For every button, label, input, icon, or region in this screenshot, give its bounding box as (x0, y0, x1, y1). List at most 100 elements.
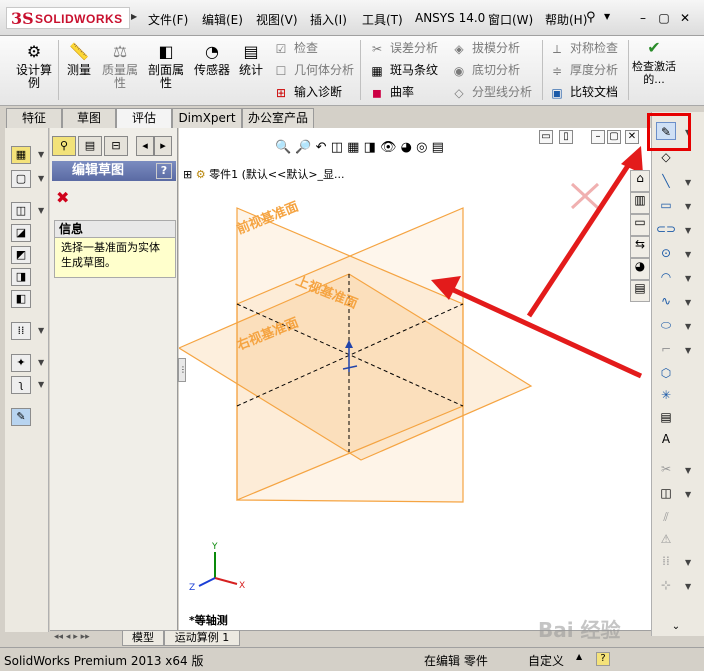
polygon-icon[interactable]: ⬡ (656, 364, 676, 382)
menu-help[interactable]: 帮助(H) (545, 11, 587, 28)
units-dropdown-icon[interactable]: ▲ (576, 652, 582, 661)
ellipse-icon[interactable]: ⬭ (656, 316, 676, 334)
status-help-button[interactable]: ? (596, 652, 610, 666)
revolve-icon[interactable]: ◪ (11, 224, 31, 242)
fillet-icon[interactable]: ⌐ (656, 340, 676, 358)
dropdown-arrow-icon[interactable]: ▼ (38, 358, 44, 367)
linear-pattern-icon[interactable]: ⁞⁞ (656, 552, 676, 570)
graphics-minimize-icon[interactable]: – (591, 130, 605, 144)
tab-motion-study[interactable]: 运动算例 1 (164, 631, 240, 646)
zoom-to-area-icon[interactable]: 🔎 (295, 140, 311, 155)
appearances-icon[interactable]: ◕ (630, 258, 650, 280)
parting-line-analysis-button[interactable]: ◇ 分型线分析 (450, 82, 532, 102)
loft-icon[interactable]: ◨ (11, 268, 31, 286)
check-button[interactable]: ☑ 检查 (272, 38, 318, 58)
dropdown-arrow-icon[interactable]: ▼ (685, 178, 691, 187)
dropdown-arrow-icon[interactable]: ▼ (685, 346, 691, 355)
graphics-area[interactable]: Y X Z 前视基准面 上视基准面 右视基准面 🔍 🔎 ↶ ◫ ▦ ◨ 👁 ◕ … (179, 128, 651, 632)
hide-show-items-icon[interactable]: 👁 (380, 140, 397, 155)
configuration-manager-tab-icon[interactable]: ⊟ (104, 136, 128, 156)
point-icon[interactable]: ✳ (656, 386, 676, 404)
sensor-button[interactable]: ◔ 传感器 (192, 42, 232, 77)
edit-appearance-icon[interactable]: ◕ (401, 140, 412, 155)
statistics-button[interactable]: ▤ 统计 (236, 42, 266, 77)
zebra-stripes-button[interactable]: ▦ 斑马条纹 (368, 60, 438, 80)
view-settings-icon[interactable]: ▤ (432, 140, 444, 155)
compare-documents-button[interactable]: ▣ 比较文档 (548, 82, 618, 102)
tab-evaluate[interactable]: 评估 (116, 108, 172, 129)
solidworks-logo[interactable]: 3S SOLIDWORKS (6, 7, 130, 29)
symmetry-check-button[interactable]: ⟂ 对称检查 (548, 38, 618, 58)
dropdown-arrow-icon[interactable]: ▼ (38, 150, 44, 159)
minimize-button[interactable]: – (634, 9, 652, 25)
pattern-icon[interactable]: ⁞⁞ (11, 322, 31, 340)
menu-ansys[interactable]: ANSYS 14.0 (415, 11, 485, 25)
tab-scroll-icons[interactable]: ◂◂ ◂ ▸ ▸▸ (54, 632, 90, 642)
plane-icon[interactable]: ▤ (656, 408, 676, 426)
rectangle-icon[interactable]: ▭ (656, 196, 676, 214)
pin-dropdown-icon[interactable]: ▼ (604, 12, 610, 21)
solidworks-resources-icon[interactable]: ⌂ (630, 170, 650, 192)
dropdown-arrow-icon[interactable]: ▼ (38, 174, 44, 183)
menu-view[interactable]: 视图(V) (256, 11, 298, 28)
toolbar-expand-icon[interactable]: ⌄ (666, 618, 686, 636)
check-active-document-button[interactable]: ✔ 检查激活的... (632, 38, 676, 86)
dropdown-arrow-icon[interactable]: ▼ (685, 582, 691, 591)
dropdown-arrow-icon[interactable]: ▼ (685, 466, 691, 475)
tab-dimxpert[interactable]: DimXpert (172, 108, 242, 128)
custom-properties-icon[interactable]: ▤ (630, 280, 650, 302)
spline-icon[interactable]: ∿ (656, 292, 676, 310)
dropdown-arrow-icon[interactable]: ▼ (685, 226, 691, 235)
cancel-icon[interactable]: ✖ (56, 188, 69, 207)
dropdown-arrow-icon[interactable]: ▼ (685, 558, 691, 567)
expand-icon[interactable]: ⊞ (183, 168, 192, 181)
deviation-analysis-button[interactable]: ✂ 误差分析 (368, 38, 438, 58)
slot-icon[interactable]: ⊂⊃ (656, 220, 676, 238)
arc-icon[interactable]: ◠ (656, 268, 676, 286)
info-section-header[interactable]: 信息 (54, 220, 176, 238)
trim-icon[interactable]: ✂ (656, 460, 676, 478)
property-manager-tab-icon[interactable]: ▤ (78, 136, 102, 156)
dropdown-arrow-icon[interactable]: ▼ (685, 274, 691, 283)
close-button[interactable]: ✕ (676, 9, 694, 25)
restore-button[interactable]: ▢ (655, 9, 673, 25)
dropdown-arrow-icon[interactable]: ▼ (685, 250, 691, 259)
tab-model[interactable]: 模型 (122, 631, 164, 646)
section-properties-button[interactable]: ◧ 剖面属性 (146, 42, 186, 90)
undercut-analysis-button[interactable]: ◉ 底切分析 (450, 60, 520, 80)
dropdown-arrow-icon[interactable]: ▼ (685, 322, 691, 331)
thickness-analysis-button[interactable]: ≑ 厚度分析 (548, 60, 618, 80)
text-icon[interactable]: A (656, 430, 676, 448)
import-diagnostics-button[interactable]: ⊞ 输入诊断 (272, 82, 342, 102)
dropdown-arrow-icon[interactable]: ▼ (38, 326, 44, 335)
menu-edit[interactable]: 编辑(E) (202, 11, 243, 28)
reference-geometry-icon[interactable]: ✦ (11, 354, 31, 372)
zoom-to-fit-icon[interactable]: 🔍 (275, 140, 291, 155)
boundary-icon[interactable]: ◧ (11, 290, 31, 308)
sweep-icon[interactable]: ◩ (11, 246, 31, 264)
scroll-left-icon[interactable]: ◂ (136, 136, 154, 156)
graphics-restore-icon[interactable]: ▢ (607, 130, 621, 144)
menu-window[interactable]: 窗口(W) (488, 11, 533, 28)
pin-icon[interactable]: ⚲ (586, 10, 596, 25)
panel-help-button[interactable]: ? (156, 163, 172, 179)
dropdown-arrow-icon[interactable]: ▼ (38, 206, 44, 215)
viewport-single-icon[interactable]: ▭ (539, 130, 553, 144)
flyout-tree-item[interactable]: ⊞ ⚙ 零件1 (默认<<默认>_显... (183, 166, 345, 182)
apply-scene-icon[interactable]: ◎ (416, 140, 427, 155)
offset-entities-icon[interactable]: ⫽ (656, 508, 676, 526)
logo-dropdown-icon[interactable]: ▶ (131, 12, 137, 21)
draft-analysis-button[interactable]: ◈ 拔模分析 (450, 38, 520, 58)
sketch-tool-icon[interactable]: ▦ (11, 146, 31, 164)
move-entities-icon[interactable]: ⊹ (656, 576, 676, 594)
mirror-entities-icon[interactable]: ⚠ (656, 530, 676, 548)
menu-file[interactable]: 文件(F) (148, 11, 188, 28)
mass-properties-button[interactable]: ⚖ 质量属性 (100, 42, 140, 90)
circle-icon[interactable]: ⊙ (656, 244, 676, 262)
menu-tools[interactable]: 工具(T) (362, 11, 403, 28)
panel-collapse-handle[interactable]: ⋮ (178, 358, 187, 382)
viewport-split-icon[interactable]: ▯ (559, 130, 573, 144)
curves-icon[interactable]: ʅ (11, 376, 31, 394)
line-icon[interactable]: ╲ (656, 172, 676, 190)
dropdown-arrow-icon[interactable]: ▼ (38, 380, 44, 389)
